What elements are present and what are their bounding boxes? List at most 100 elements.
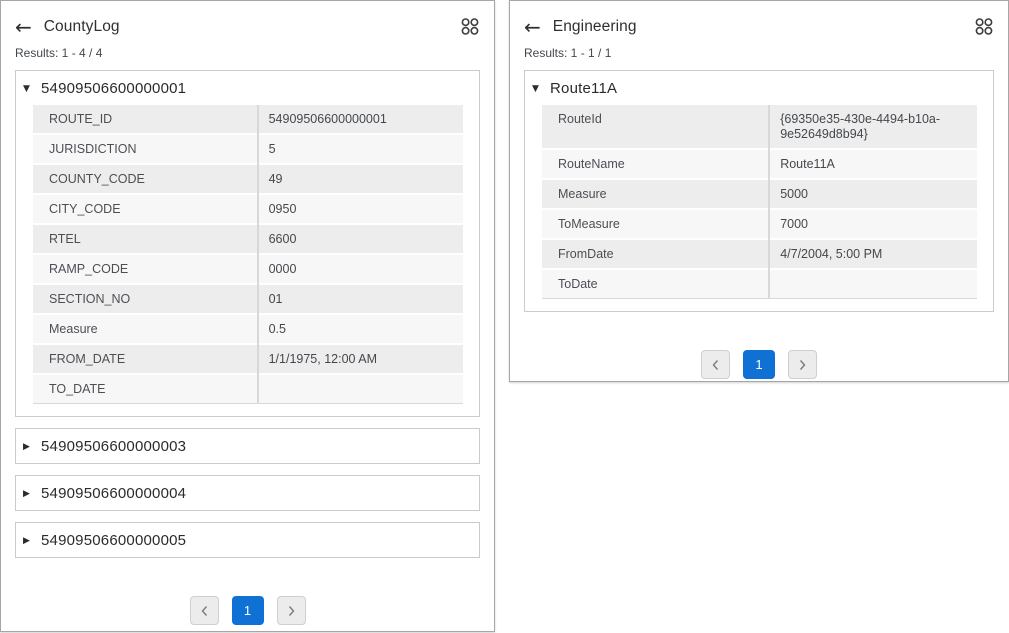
attribute-value: 49 xyxy=(257,165,463,193)
pagination-next-button[interactable] xyxy=(277,596,306,625)
feature-title: 54909506600000001 xyxy=(41,80,186,97)
feature-card-expanded: ▼ 54909506600000001 ROUTE_ID 54909506600… xyxy=(15,70,480,417)
attribute-value: Route11A xyxy=(768,150,977,178)
attribute-value: 5 xyxy=(257,135,463,163)
table-row: ToMeasure 7000 xyxy=(542,210,977,240)
attribute-value: 54909506600000001 xyxy=(257,105,463,133)
attribute-label: RTEL xyxy=(33,225,257,253)
attribute-label: ROUTE_ID xyxy=(33,105,257,133)
table-row: TO_DATE xyxy=(33,375,463,403)
feature-title: Route11A xyxy=(550,80,617,97)
arrow-left-icon: ← xyxy=(524,15,541,39)
attribute-value: 0000 xyxy=(257,255,463,283)
panel-countylog: ← CountyLog Results: 1 - 4 / 4 ▼ 5490950… xyxy=(0,0,495,632)
table-row: RouteName Route11A xyxy=(542,150,977,180)
countylog-header: ← CountyLog xyxy=(15,17,480,37)
attribute-value: 1/1/1975, 12:00 AM xyxy=(257,345,463,373)
chevron-left-icon xyxy=(711,359,720,371)
attribute-label: RAMP_CODE xyxy=(33,255,257,283)
table-row: SECTION_NO 01 xyxy=(33,285,463,315)
attribute-value xyxy=(768,270,977,298)
attribute-label: RouteId xyxy=(542,105,768,148)
caret-right-icon: ▶ xyxy=(23,489,41,499)
pagination: 1 xyxy=(524,350,994,379)
page-title: Engineering xyxy=(553,18,637,36)
feature-accordion-header[interactable]: ▶ 54909506600000005 xyxy=(16,523,479,557)
attribute-value: 5000 xyxy=(768,180,977,208)
table-row: RTEL 6600 xyxy=(33,225,463,255)
feature-accordion-header[interactable]: ▶ 54909506600000004 xyxy=(16,476,479,510)
attribute-value: 4/7/2004, 5:00 PM xyxy=(768,240,977,268)
grid-view-button[interactable] xyxy=(974,17,994,37)
chevron-left-icon xyxy=(200,605,209,617)
attribute-label: FROM_DATE xyxy=(33,345,257,373)
table-row: FromDate 4/7/2004, 5:00 PM xyxy=(542,240,977,270)
back-button[interactable]: ← xyxy=(15,17,32,37)
page-1-button[interactable]: 1 xyxy=(232,596,264,625)
feature-title: 54909506600000004 xyxy=(41,485,186,502)
caret-right-icon: ▶ xyxy=(23,442,41,452)
pagination-prev-button[interactable] xyxy=(190,596,219,625)
back-button[interactable]: ← xyxy=(524,17,541,37)
engineering-header: ← Engineering xyxy=(524,17,994,37)
attribute-label: CITY_CODE xyxy=(33,195,257,223)
attribute-value: 01 xyxy=(257,285,463,313)
page-1-button[interactable]: 1 xyxy=(743,350,775,379)
table-row: Measure 0.5 xyxy=(33,315,463,345)
feature-card-collapsed: ▶ 54909506600000005 xyxy=(15,522,480,558)
feature-card-collapsed: ▶ 54909506600000004 xyxy=(15,475,480,511)
attribute-label: JURISDICTION xyxy=(33,135,257,163)
attribute-value: {69350e35-430e-4494-b10a-9e52649d8b94} xyxy=(768,105,977,148)
table-row: CITY_CODE 0950 xyxy=(33,195,463,225)
attribute-label: RouteName xyxy=(542,150,768,178)
results-count: Results: 1 - 1 / 1 xyxy=(524,46,994,60)
feature-accordion-header[interactable]: ▼ 54909506600000001 xyxy=(16,71,479,105)
attribute-label: TO_DATE xyxy=(33,375,257,403)
feature-card-expanded: ▼ Route11A RouteId {69350e35-430e-4494-b… xyxy=(524,70,994,312)
attribute-value: 7000 xyxy=(768,210,977,238)
feature-list: ▼ 54909506600000001 ROUTE_ID 54909506600… xyxy=(15,70,480,558)
attribute-table: RouteId {69350e35-430e-4494-b10a-9e52649… xyxy=(542,105,977,299)
table-row: RAMP_CODE 0000 xyxy=(33,255,463,285)
table-row: FROM_DATE 1/1/1975, 12:00 AM xyxy=(33,345,463,375)
pagination-next-button[interactable] xyxy=(788,350,817,379)
feature-title: 54909506600000005 xyxy=(41,532,186,549)
attribute-label: SECTION_NO xyxy=(33,285,257,313)
caret-right-icon: ▶ xyxy=(23,536,41,546)
attribute-value: 0.5 xyxy=(257,315,463,343)
caret-down-icon: ▼ xyxy=(23,84,41,94)
table-row: RouteId {69350e35-430e-4494-b10a-9e52649… xyxy=(542,105,977,150)
feature-list: ▼ Route11A RouteId {69350e35-430e-4494-b… xyxy=(524,70,994,312)
page-title: CountyLog xyxy=(44,18,120,36)
feature-card-collapsed: ▶ 54909506600000003 xyxy=(15,428,480,464)
pagination-prev-button[interactable] xyxy=(701,350,730,379)
chevron-right-icon xyxy=(287,605,296,617)
panel-engineering: ← Engineering Results: 1 - 1 / 1 ▼ Route… xyxy=(509,0,1009,382)
attribute-label: COUNTY_CODE xyxy=(33,165,257,193)
table-row: ROUTE_ID 54909506600000001 xyxy=(33,105,463,135)
attribute-label: ToDate xyxy=(542,270,768,298)
pagination: 1 xyxy=(15,596,480,625)
table-row: JURISDICTION 5 xyxy=(33,135,463,165)
grid-view-button[interactable] xyxy=(460,17,480,37)
chevron-right-icon xyxy=(798,359,807,371)
attribute-table: ROUTE_ID 54909506600000001 JURISDICTION … xyxy=(33,105,463,404)
attribute-value: 0950 xyxy=(257,195,463,223)
table-row: ToDate xyxy=(542,270,977,298)
feature-title: 54909506600000003 xyxy=(41,438,186,455)
results-count: Results: 1 - 4 / 4 xyxy=(15,46,480,60)
attribute-value: 6600 xyxy=(257,225,463,253)
caret-down-icon: ▼ xyxy=(532,84,550,94)
attribute-label: ToMeasure xyxy=(542,210,768,238)
feature-accordion-header[interactable]: ▼ Route11A xyxy=(525,71,993,105)
attribute-label: FromDate xyxy=(542,240,768,268)
table-row: COUNTY_CODE 49 xyxy=(33,165,463,195)
attribute-value xyxy=(257,375,463,403)
table-row: Measure 5000 xyxy=(542,180,977,210)
attribute-label: Measure xyxy=(542,180,768,208)
arrow-left-icon: ← xyxy=(15,15,32,39)
feature-accordion-header[interactable]: ▶ 54909506600000003 xyxy=(16,429,479,463)
grid-view-icon xyxy=(460,17,480,37)
attribute-label: Measure xyxy=(33,315,257,343)
grid-view-icon xyxy=(974,17,994,37)
